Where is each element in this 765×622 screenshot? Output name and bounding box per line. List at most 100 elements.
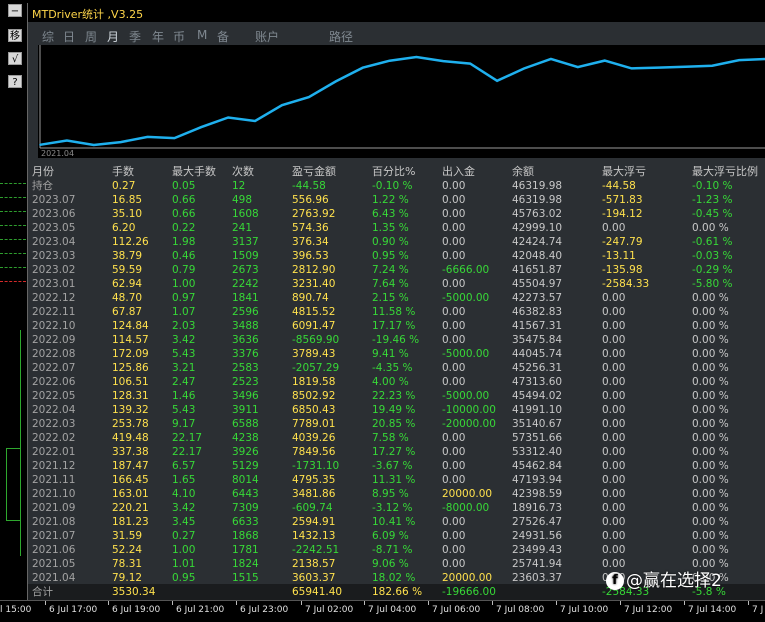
header-lots[interactable]: 手数 bbox=[112, 163, 134, 179]
tab-3[interactable]: 月 bbox=[107, 28, 119, 45]
cell-percent: 0.95 % bbox=[372, 250, 409, 262]
order-level-marker bbox=[0, 239, 26, 241]
stats-panel: MTDriver统计 ,V3.25 综日周月季年币 M 备账户 路径 2021.04 … bbox=[27, 3, 765, 600]
tab-7[interactable]: M bbox=[197, 28, 207, 42]
cell-lots: 112.26 bbox=[112, 236, 149, 248]
header-max-drawdown[interactable]: 最大浮亏 bbox=[602, 163, 646, 179]
cell-max-lots: 1.65 bbox=[172, 474, 196, 486]
cell-deposit: 0.00 bbox=[442, 432, 466, 444]
cell-balance: 18916.73 bbox=[512, 502, 563, 514]
cell-max-drawdown: 0.00 bbox=[602, 376, 626, 388]
cell-max-drawdown-pct: 0.00 % bbox=[692, 348, 729, 360]
cell-max-lots: 3.42 bbox=[172, 334, 196, 346]
cell-max-drawdown-pct: 0.00 % bbox=[692, 334, 729, 346]
header-trades[interactable]: 次数 bbox=[232, 163, 254, 179]
cell-trades: 1841 bbox=[232, 292, 259, 304]
cell-max-drawdown-pct: 0.00 % bbox=[692, 418, 729, 430]
cell-lots: 106.51 bbox=[112, 376, 149, 388]
cell-percent: 19.49 % bbox=[372, 404, 416, 416]
cell-max-lots: 0.95 bbox=[172, 572, 196, 584]
cell-trades: 3376 bbox=[232, 348, 259, 360]
cell-max-lots: 2.03 bbox=[172, 320, 196, 332]
cell-profit: 2812.90 bbox=[292, 264, 336, 276]
tab-2[interactable]: 周 bbox=[85, 28, 97, 45]
cell-month: 2021.09 bbox=[32, 502, 76, 514]
order-level-marker bbox=[0, 281, 26, 283]
equity-point-2023.06 bbox=[738, 59, 740, 61]
header-max-lots[interactable]: 最大手数 bbox=[172, 163, 216, 179]
header-percent[interactable]: 百分比% bbox=[372, 163, 415, 179]
cell-lots: 67.87 bbox=[112, 306, 143, 318]
cell-max-lots: 0.66 bbox=[172, 194, 196, 206]
tab-4[interactable]: 季 bbox=[129, 28, 141, 45]
move-icon[interactable]: 移 bbox=[8, 29, 22, 42]
cell-percent: -19.46 % bbox=[372, 334, 420, 346]
tab-5[interactable]: 年 bbox=[152, 28, 164, 45]
cell-percent: 7.64 % bbox=[372, 278, 409, 290]
cell-max-lots: 5.43 bbox=[172, 348, 196, 360]
time-tick-label: 7 Jul 06:00 bbox=[427, 601, 481, 615]
time-tick-label: 7 Jul 10:00 bbox=[555, 601, 609, 615]
header-profit[interactable]: 盈亏金额 bbox=[292, 163, 336, 179]
equity-point-2023.03 bbox=[657, 66, 660, 69]
header-deposit[interactable]: 出入金 bbox=[442, 163, 475, 179]
cell-profit: 3603.37 bbox=[292, 572, 336, 584]
cell-balance: 45256.31 bbox=[512, 362, 563, 374]
tab-1[interactable]: 日 bbox=[63, 28, 75, 45]
cell-balance: 42999.10 bbox=[512, 222, 563, 234]
cell-month: 2023.07 bbox=[32, 194, 76, 206]
cell-trades: 498 bbox=[232, 194, 253, 206]
cell-trades: 3137 bbox=[232, 236, 259, 248]
help-icon[interactable]: ? bbox=[8, 75, 22, 88]
tab-0[interactable]: 综 bbox=[42, 28, 54, 45]
cell-deposit: 0.00 bbox=[442, 446, 466, 458]
title-bar[interactable]: MTDriver统计 ,V3.25 bbox=[28, 3, 765, 22]
cell-month: 2022.05 bbox=[32, 390, 76, 402]
cell-lots: 181.23 bbox=[112, 516, 149, 528]
equity-point-2021.09 bbox=[173, 137, 176, 139]
cell-lots: 124.84 bbox=[112, 320, 149, 332]
header-balance[interactable]: 余额 bbox=[512, 163, 534, 179]
check-icon[interactable]: √ bbox=[8, 52, 22, 65]
cell-month: 2021.06 bbox=[32, 544, 76, 556]
cell-balance: 45462.84 bbox=[512, 460, 563, 472]
cell-month: 2021.05 bbox=[32, 558, 76, 570]
cell-deposit: 0.00 bbox=[442, 278, 466, 290]
header-max-drawdown-pct[interactable]: 最大浮亏比例 bbox=[692, 163, 758, 179]
equity-point-2023.02 bbox=[630, 67, 633, 70]
watermark-text: @赢在选择2 bbox=[626, 571, 722, 591]
cell-max-drawdown: 0.00 bbox=[602, 432, 626, 444]
cell-lots: 128.31 bbox=[112, 390, 149, 402]
cell-balance: 46319.98 bbox=[512, 180, 563, 192]
equity-point-2022.03 bbox=[334, 80, 337, 83]
cell-percent: -4.35 % bbox=[372, 362, 413, 374]
cell-trades: 6443 bbox=[232, 488, 259, 500]
tab-8[interactable]: 备 bbox=[217, 28, 229, 45]
cell-max-drawdown: 0.00 bbox=[602, 320, 626, 332]
minimize-icon[interactable]: − bbox=[8, 4, 22, 17]
equity-point-2021.06 bbox=[92, 144, 95, 146]
platform-logo-icon: f bbox=[606, 572, 624, 590]
cell-max-drawdown-pct: -1.23 % bbox=[692, 194, 733, 206]
cell-max-lots: 22.17 bbox=[172, 446, 203, 458]
equity-point-2023.04 bbox=[684, 66, 687, 68]
cell-deposit: -5000.00 bbox=[442, 390, 490, 402]
cell-max-drawdown-pct: 0.00 % bbox=[692, 320, 729, 332]
cell-percent: 6.43 % bbox=[372, 208, 409, 220]
cell-max-drawdown: -2584.33 bbox=[602, 278, 650, 290]
cell-lots: 187.47 bbox=[112, 460, 149, 472]
cell-deposit: 0.00 bbox=[442, 320, 466, 332]
cell-deposit: 0.00 bbox=[442, 306, 466, 318]
tab-6[interactable]: 币 bbox=[173, 28, 185, 45]
cell-month: 2021.10 bbox=[32, 488, 76, 500]
cell-max-lots: 0.05 bbox=[172, 180, 196, 192]
header-month[interactable]: 月份 bbox=[32, 163, 54, 179]
tab-9[interactable]: 账户 bbox=[255, 28, 279, 45]
cell-deposit: 0.00 bbox=[442, 530, 466, 542]
tab-10[interactable]: 路径 bbox=[329, 28, 353, 45]
cell-max-drawdown: 0.00 bbox=[602, 488, 626, 500]
time-tick-label: 7 Jul 14:00 bbox=[683, 601, 737, 615]
cell-profit: 4039.26 bbox=[292, 432, 336, 444]
cell-lots: 0.27 bbox=[112, 180, 136, 192]
cell-trades: 1868 bbox=[232, 530, 259, 542]
